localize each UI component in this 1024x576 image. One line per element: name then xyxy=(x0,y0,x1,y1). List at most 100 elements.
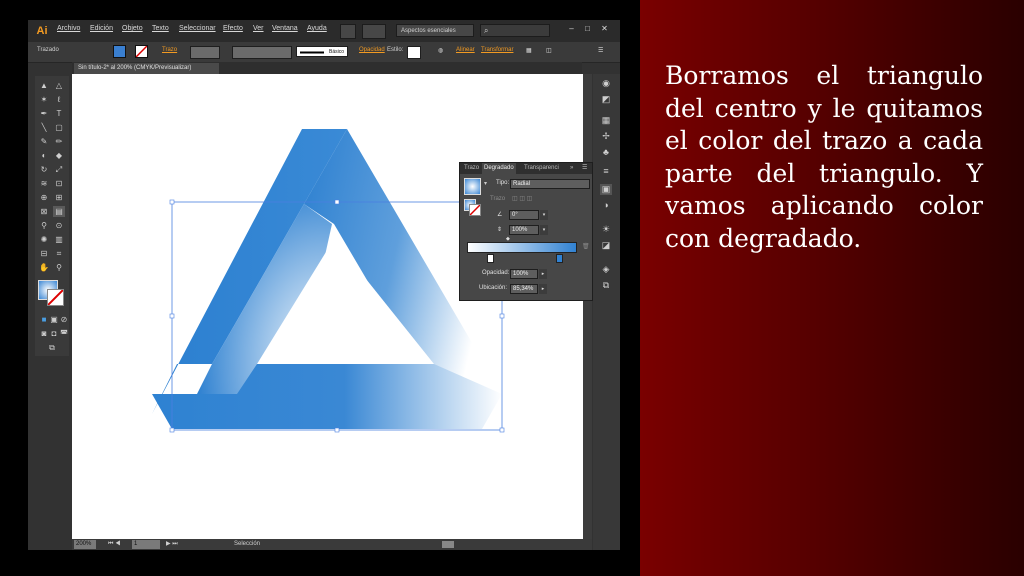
first-page-icon[interactable]: ⏮ ◀ xyxy=(108,540,120,549)
handle-bottom-right[interactable] xyxy=(499,427,505,433)
zoom-field[interactable]: 200% xyxy=(74,540,96,549)
rectangle-tool-icon[interactable]: ▢ xyxy=(53,122,65,133)
type-tool-icon[interactable]: T xyxy=(53,108,65,119)
tab-transparencia[interactable]: Transparenci xyxy=(522,163,561,174)
handle-bottom-left[interactable] xyxy=(169,427,175,433)
handle-bottom-mid[interactable] xyxy=(334,427,340,433)
aspect-dropdown-icon[interactable]: ▾ xyxy=(540,225,548,235)
none-mode-icon[interactable]: ⊘ xyxy=(58,314,70,325)
stroke-weight-field[interactable] xyxy=(190,46,220,59)
isolate-icon[interactable]: ◫ xyxy=(546,47,552,54)
menu-efecto[interactable]: Efecto xyxy=(223,25,243,32)
handle-top-left[interactable] xyxy=(169,199,175,205)
gradient-stop-start[interactable] xyxy=(487,254,494,263)
warp-tool-icon[interactable]: ≋ xyxy=(38,178,50,189)
handle-top-mid[interactable] xyxy=(334,199,340,205)
menu-ventana[interactable]: Ventana xyxy=(272,25,298,32)
menu-archivo[interactable]: Archivo xyxy=(57,25,80,32)
stroke-swatch[interactable] xyxy=(135,45,148,58)
gradient-slider[interactable] xyxy=(467,242,577,253)
variable-width-field[interactable] xyxy=(232,46,292,59)
tab-degradado[interactable]: Degradado xyxy=(482,163,516,174)
gradient-stop-end[interactable] xyxy=(556,254,563,263)
opacity-dropdown-icon[interactable]: ▸ xyxy=(539,269,547,279)
fill-swatch[interactable] xyxy=(113,45,126,58)
search-input[interactable]: ⌕ xyxy=(480,24,550,37)
gradient-dropdown-icon[interactable]: ▾ xyxy=(484,180,487,187)
delete-stop-icon[interactable]: 🗑 xyxy=(582,243,590,250)
next-page-icon[interactable]: ▶ ⏭ xyxy=(166,540,178,549)
zoom-tool-icon[interactable]: ⚲ xyxy=(53,262,65,273)
direct-selection-tool-icon[interactable]: △ xyxy=(53,80,65,91)
free-transform-tool-icon[interactable]: ⊡ xyxy=(53,178,65,189)
swatches-panel-icon[interactable]: ▦ xyxy=(600,115,612,126)
symbol-sprayer-tool-icon[interactable]: ✺ xyxy=(38,234,50,245)
canvas-area[interactable] xyxy=(72,74,583,539)
gradient-thumbnail[interactable] xyxy=(464,178,481,195)
brushes-panel-icon[interactable]: ✢ xyxy=(600,131,612,142)
artboard-tool-icon[interactable]: ⊟ xyxy=(38,248,50,259)
bridge-button[interactable] xyxy=(340,24,356,39)
color-panel-icon[interactable]: ◉ xyxy=(600,78,612,89)
menu-ver[interactable]: Ver xyxy=(253,25,264,32)
penrose-triangle[interactable] xyxy=(72,74,583,539)
symbols-panel-icon[interactable]: ♣ xyxy=(600,147,612,158)
minimize-icon[interactable]: – xyxy=(565,23,578,35)
stroke-panel-icon[interactable]: ≡ xyxy=(600,166,612,177)
brush-definition-dropdown[interactable]: Básico xyxy=(296,46,348,57)
pencil-tool-icon[interactable]: ✏ xyxy=(53,136,65,147)
tipo-select[interactable]: Radial xyxy=(510,179,590,189)
document-tab[interactable]: Sin título-2* al 200% (CMYK/Previsualiza… xyxy=(74,63,219,74)
page-field[interactable]: 1 xyxy=(132,540,160,549)
tab-trazo[interactable]: Trazo xyxy=(462,163,481,174)
scale-tool-icon[interactable]: ⤢ xyxy=(53,164,65,175)
paintbrush-tool-icon[interactable]: ✎ xyxy=(38,136,50,147)
transparency-panel-icon[interactable]: ◑ xyxy=(600,200,612,211)
horizontal-scroll-thumb[interactable] xyxy=(442,541,454,548)
rotate-tool-icon[interactable]: ↻ xyxy=(38,164,50,175)
transform-link[interactable]: Transformar xyxy=(481,47,513,53)
stroke-mini-swatch[interactable] xyxy=(469,204,481,216)
recolor-icon[interactable]: ◍ xyxy=(438,47,443,54)
mesh-tool-icon[interactable]: ⊠ xyxy=(38,206,50,217)
gradient-tool-icon[interactable]: ▤ xyxy=(53,206,65,217)
opacity-field[interactable]: 100% xyxy=(510,269,538,279)
location-dropdown-icon[interactable]: ▸ xyxy=(539,284,547,294)
triangle-bottom-bar[interactable] xyxy=(152,364,502,429)
vertical-scrollbar[interactable] xyxy=(583,74,592,539)
menu-edicion[interactable]: Edición xyxy=(90,25,113,32)
lasso-tool-icon[interactable]: ℓ xyxy=(53,94,65,105)
panel-menu-icon[interactable]: ☰ xyxy=(598,47,603,54)
arrange-icon[interactable]: ▦ xyxy=(526,47,532,54)
screen-mode-icon[interactable]: ⧉ xyxy=(46,342,58,353)
collapse-icon[interactable]: » xyxy=(568,163,575,174)
gradient-panel-icon[interactable]: ▣ xyxy=(600,184,612,195)
angle-dropdown-icon[interactable]: ▾ xyxy=(540,210,548,220)
opacity-link[interactable]: Opacidad xyxy=(359,47,385,53)
location-field[interactable]: 85,34% xyxy=(510,284,538,294)
hand-tool-icon[interactable]: ✋ xyxy=(38,262,50,273)
maximize-icon[interactable]: □ xyxy=(581,23,594,35)
stroke-color-swatch[interactable] xyxy=(47,289,64,306)
shape-builder-tool-icon[interactable]: ⊕ xyxy=(38,192,50,203)
arrange-documents-button[interactable] xyxy=(362,24,386,39)
artboards-panel-icon[interactable]: ⧉ xyxy=(600,280,612,291)
layers-panel-icon[interactable]: ◈ xyxy=(600,264,612,275)
panel-menu-icon[interactable]: ☰ xyxy=(580,163,589,174)
perspective-grid-tool-icon[interactable]: ⊞ xyxy=(53,192,65,203)
eyedropper-tool-icon[interactable]: ⚲ xyxy=(38,220,50,231)
draw-inside-icon[interactable]: ◚ xyxy=(58,328,70,339)
slice-tool-icon[interactable]: ⌗ xyxy=(53,248,65,259)
selection-tool-icon[interactable]: ▲ xyxy=(38,80,50,91)
graphic-styles-icon[interactable]: ◪ xyxy=(600,240,612,251)
column-graph-tool-icon[interactable]: ▥ xyxy=(53,234,65,245)
appearance-panel-icon[interactable]: ☀ xyxy=(600,224,612,235)
color-guide-icon[interactable]: ◩ xyxy=(600,94,612,105)
menu-objeto[interactable]: Objeto xyxy=(122,25,143,32)
aspect-ratio-field[interactable]: 100% xyxy=(509,225,539,235)
menu-texto[interactable]: Texto xyxy=(152,25,169,32)
stroke-link[interactable]: Trazo xyxy=(162,47,177,53)
close-icon[interactable]: ✕ xyxy=(598,23,611,35)
blob-brush-tool-icon[interactable]: ◐ xyxy=(38,150,50,161)
menu-ayuda[interactable]: Ayuda xyxy=(307,25,327,32)
